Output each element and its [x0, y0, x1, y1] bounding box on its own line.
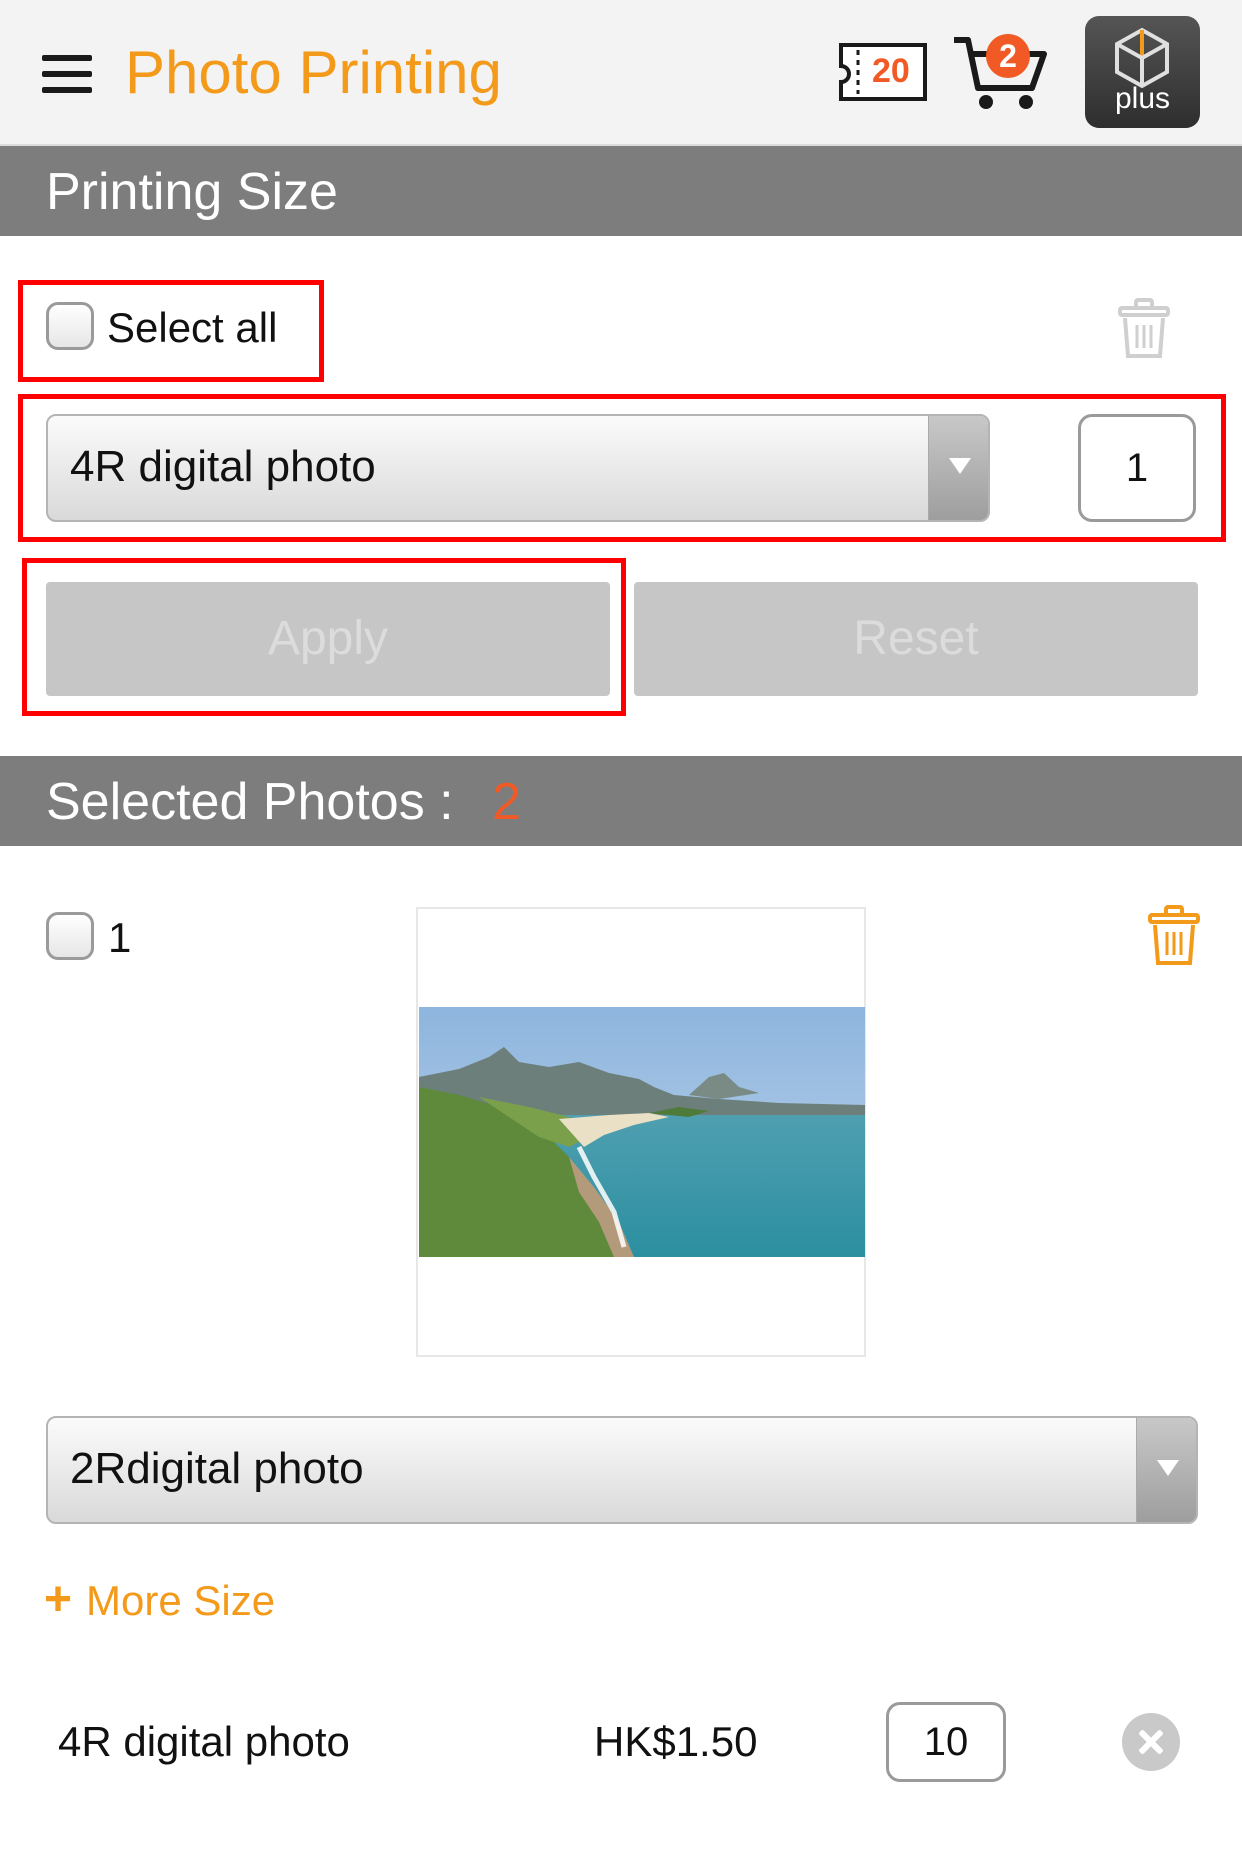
photo-checkbox[interactable] — [46, 912, 94, 960]
select-all-label: Select all — [107, 304, 278, 351]
photo-thumbnail — [419, 1007, 865, 1257]
plus-app-button[interactable]: plus — [1085, 16, 1200, 128]
section-title: Printing Size — [46, 163, 338, 221]
size-dropdown[interactable]: 4R digital photo — [46, 414, 990, 522]
line-price: HK$1.50 — [594, 1718, 758, 1765]
photo-index: 1 — [108, 914, 132, 961]
apply-button[interactable]: Apply — [46, 582, 610, 696]
trash-icon[interactable] — [1148, 905, 1200, 967]
plus-icon: + — [44, 1573, 73, 1626]
top-bar: Photo Printing 20 2 plus — [0, 0, 1242, 146]
menu-icon[interactable] — [42, 55, 92, 93]
line-size-label: 4R digital photo — [58, 1718, 350, 1765]
close-icon[interactable] — [1122, 1713, 1180, 1771]
chevron-down-icon — [928, 416, 988, 520]
chevron-down-icon — [1136, 1418, 1196, 1522]
photo-size-dropdown-value: 2Rdigital photo — [70, 1444, 364, 1493]
cart-badge: 2 — [986, 34, 1030, 78]
quantity-input[interactable] — [1078, 414, 1196, 522]
coupon-count: 20 — [872, 52, 910, 90]
select-all-checkbox[interactable] — [46, 302, 94, 350]
photo-printing-page: Photo Printing 20 2 plus Printing Size S… — [0, 0, 1242, 1865]
more-size-label: More Size — [86, 1577, 276, 1624]
size-dropdown-value: 4R digital photo — [70, 442, 376, 491]
plus-label: plus — [1114, 82, 1171, 115]
selected-photos-header: Selected Photos : 2 — [0, 756, 1242, 846]
photo-size-dropdown[interactable]: 2Rdigital photo — [46, 1416, 1198, 1524]
reset-button[interactable]: Reset — [634, 582, 1198, 696]
cart-button[interactable]: 2 — [950, 32, 1050, 114]
page-title: Photo Printing — [125, 39, 502, 106]
more-size-link[interactable]: + More Size — [44, 1572, 275, 1627]
line-quantity-input[interactable] — [886, 1702, 1006, 1782]
section-title: Selected Photos : — [46, 773, 454, 831]
coupon-button[interactable]: 20 — [838, 42, 928, 102]
selected-count: 2 — [492, 773, 521, 831]
trash-icon[interactable] — [1118, 298, 1170, 360]
photo-thumbnail-frame[interactable] — [416, 907, 866, 1357]
printing-size-header: Printing Size — [0, 146, 1242, 236]
